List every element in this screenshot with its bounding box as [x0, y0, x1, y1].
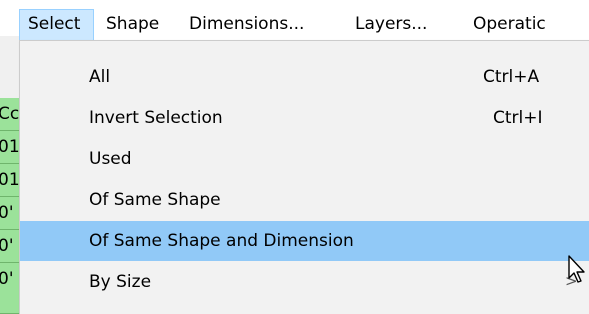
menu-dimensions[interactable]: Dimensions...	[189, 10, 339, 38]
menu-item-used[interactable]: Used	[20, 139, 589, 179]
menu-item-label: All	[89, 67, 111, 87]
menu-item-by-size[interactable]: By Size >	[20, 262, 589, 302]
app-window: Select Shape Dimensions... Layers... Ope…	[0, 0, 589, 314]
grid-cell: 01	[0, 164, 19, 197]
menu-operations[interactable]: Operatic	[473, 10, 589, 38]
menu-item-invert-selection[interactable]: Invert Selection Ctrl+I	[20, 98, 589, 138]
menu-item-label: Invert Selection	[89, 108, 223, 128]
menu-select[interactable]: Select	[19, 9, 94, 40]
grid-header-cell	[0, 40, 19, 98]
grid-cell: 0'	[0, 230, 19, 263]
menu-item-of-same-shape-and-dimension[interactable]: Of Same Shape and Dimension	[20, 221, 589, 261]
mouse-pointer-icon	[568, 255, 585, 283]
menu-layers[interactable]: Layers...	[355, 10, 455, 38]
menu-bar: Select Shape Dimensions... Layers... Ope…	[0, 0, 589, 40]
menu-shape[interactable]: Shape	[106, 10, 176, 38]
menu-item-all[interactable]: All Ctrl+A	[20, 57, 589, 97]
menu-item-shortcut: Ctrl+A	[483, 67, 540, 87]
grid-cell: 01	[0, 131, 19, 164]
menu-item-shortcut: Ctrl+I	[493, 108, 543, 128]
menu-item-of-same-shape[interactable]: Of Same Shape	[20, 180, 589, 220]
menu-item-label: By Size	[89, 272, 152, 292]
grid-cell: 0'	[0, 263, 19, 314]
select-dropdown-menu: All Ctrl+A Invert Selection Ctrl+I Used …	[19, 40, 589, 314]
menu-item-label: Of Same Shape and Dimension	[89, 231, 354, 251]
menu-item-label: Used	[89, 149, 132, 169]
grid-cell: Cc	[0, 98, 19, 131]
menu-item-label: Of Same Shape	[89, 190, 221, 210]
grid-cell: 0'	[0, 197, 19, 230]
